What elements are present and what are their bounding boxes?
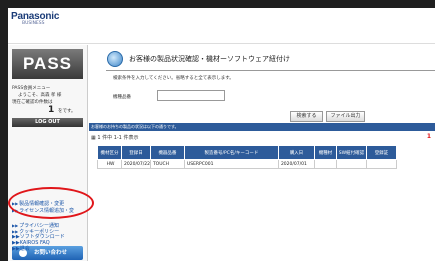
results-table: 機材区分 登録日 機器品番 製造番号/PC名/キーコード 購入日 機種材 SW紐…: [97, 145, 397, 169]
search-button[interactable]: 検索する: [290, 111, 323, 122]
product-number-label: 機種品番: [113, 95, 131, 100]
search-instructions: 検索条件を入力してください。省略すると全て表示します。: [113, 76, 234, 81]
col-header[interactable]: SW紐付確認: [335, 145, 367, 160]
cell-model[interactable]: TOUCH: [149, 159, 185, 169]
table-row[interactable]: HW 2020/07/22 TOUCH USERPC001 2020/07/01: [97, 159, 397, 169]
page-title: お客様の製品状況確認・機材ーソフトウェア紐付け: [129, 55, 290, 63]
cell-serial: USERPC001: [183, 159, 279, 169]
site-header: Panasonic BUSINESS: [8, 8, 435, 44]
link-label: 退会: [19, 246, 30, 252]
main-content: お客様の製品状況確認・機材ーソフトウェア紐付け 検索条件を入力してください。省略…: [89, 45, 435, 261]
export-button[interactable]: ファイル出力: [326, 111, 365, 122]
unread-count: 1: [48, 105, 55, 115]
product-number-input[interactable]: [157, 90, 225, 101]
col-header[interactable]: 機材区分: [97, 145, 122, 160]
title-divider: [106, 70, 435, 71]
unread-label: 現在ご確認の件数は: [12, 100, 53, 105]
menu-title: PASS会員メニュー: [12, 86, 51, 91]
sidebar-link-withdraw[interactable]: ▶▶退会: [12, 246, 65, 252]
cell-registered-date: 2020/07/22: [121, 159, 151, 169]
table-header-row: 機材区分 登録日 機器品番 製造番号/PC名/キーコード 購入日 機種材 SW紐…: [97, 145, 397, 160]
brand-subtitle: BUSINESS: [22, 21, 45, 26]
logout-button[interactable]: LOG OUT: [12, 118, 83, 127]
col-header[interactable]: 機器品番: [149, 145, 185, 160]
cell-purchase-date: 2020/07/01: [277, 159, 315, 169]
col-header[interactable]: 機種材: [313, 145, 337, 160]
sidebar-lower-links: ▶▶ソフトダウンロード ▶▶KAIROS FAQ ▶▶退会: [12, 234, 65, 252]
result-summary-text: 1 件中 1-1 件表示: [97, 135, 139, 141]
col-header[interactable]: 製造番号/PC名/キーコード: [183, 145, 279, 160]
cell-material: [313, 159, 337, 169]
result-count-marker: 1: [426, 133, 431, 140]
highlight-oval: [8, 187, 94, 219]
sidebar: PASS PASS会員メニュー ようこそ、高森 孝 様 現在ご確認の件数は 1 …: [8, 45, 94, 261]
cell-category: HW: [97, 159, 122, 169]
cell-sw-link[interactable]: [335, 159, 367, 169]
col-header[interactable]: 登録証: [365, 145, 397, 160]
cell-certificate[interactable]: [365, 159, 397, 169]
col-header[interactable]: 登録日: [121, 145, 151, 160]
arrow-icon: ▶▶: [12, 246, 20, 252]
pass-logo: PASS: [12, 49, 83, 79]
browser-frame: Panasonic BUSINESS PASS PASS会員メニュー ようこそ、…: [8, 8, 435, 261]
table-icon: ▦: [91, 135, 96, 141]
unread-unit: をです。: [58, 109, 76, 114]
notice-bar: お客様のお持ちの製品の状況は以下の通りです。: [89, 123, 435, 131]
col-header[interactable]: 購入日: [277, 145, 315, 160]
welcome-text: ようこそ、高森 孝 様: [18, 93, 62, 98]
search-globe-icon: [107, 51, 123, 67]
result-summary: ▦ 1 件中 1-1 件表示: [91, 134, 138, 141]
